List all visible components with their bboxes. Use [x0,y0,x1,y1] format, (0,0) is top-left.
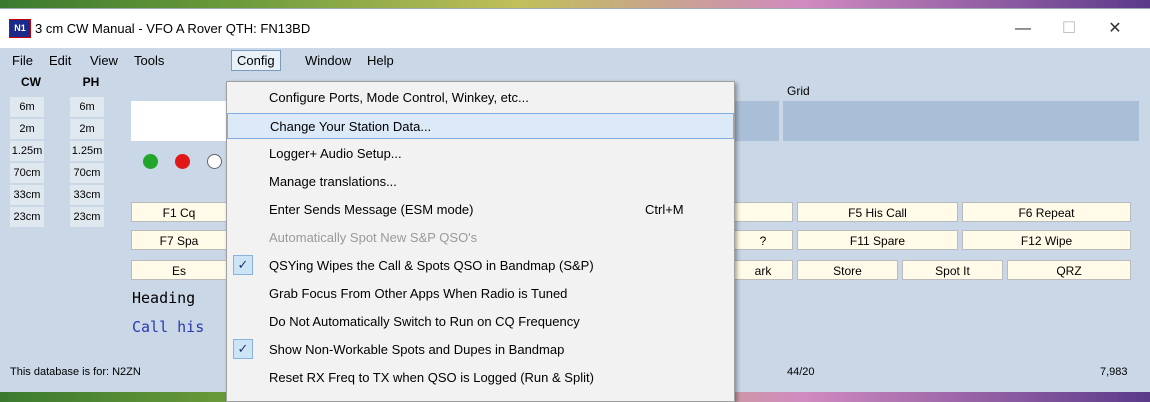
menu-item-label: QSYing Wipes the Call & Spots QSO in Ban… [269,258,594,273]
menu-edit[interactable]: Edit [49,53,71,68]
minimize-button[interactable]: — [1000,9,1046,48]
menu-no-auto-run[interactable]: Do Not Automatically Switch to Run on CQ… [227,309,734,335]
window-title: 3 cm CW Manual - VFO A Rover QTH: FN13BD [35,21,311,36]
config-menu-dropdown: Configure Ports, Mode Control, Winkey, e… [226,81,735,402]
esc-button[interactable]: Es [131,260,227,280]
f1-button[interactable]: F1 Cq [131,202,227,222]
f7-button[interactable]: F7 Spa [131,230,227,250]
main-window: N1 3 cm CW Manual - VFO A Rover QTH: FN1… [0,8,1150,402]
band-ph-70cm[interactable]: 70cm [70,163,104,183]
grid-input[interactable] [783,101,1139,141]
menu-audio-setup[interactable]: Logger+ Audio Setup... [227,141,734,167]
mark-button[interactable]: ark [733,260,793,280]
exchange-input[interactable] [733,101,779,141]
menu-item-label: Show Non-Workable Spots and Dupes in Ban… [269,342,565,357]
menu-item-label: Reset RX Freq to TX when QSO is Logged (… [269,370,594,385]
shortcut-label: Ctrl+M [645,202,684,217]
menu-qsy-wipes[interactable]: ✓ QSYing Wipes the Call & Spots QSO in B… [227,253,734,279]
band-ph-23cm[interactable]: 23cm [70,207,104,227]
menu-manage-translations[interactable]: Manage translations... [227,169,734,195]
menu-item-label: Configure Ports, Mode Control, Winkey, e… [269,90,529,105]
band-ph-125[interactable]: 1.25m [70,141,104,161]
f11-button[interactable]: F11 Spare [797,230,958,250]
maximize-button[interactable]: ☐ [1046,9,1092,48]
qrz-button[interactable]: QRZ [1007,260,1131,280]
status-database: This database is for: N2ZN [10,366,141,378]
menu-file[interactable]: File [12,53,33,68]
menu-view[interactable]: View [90,53,118,68]
menu-item-label: Change Your Station Data... [270,119,432,134]
callsign-input[interactable] [131,101,227,141]
menu-tools[interactable]: Tools [134,53,164,68]
f6-button[interactable]: F6 Repeat [962,202,1131,222]
menu-auto-spot: Automatically Spot New S&P QSO's [227,225,734,251]
f4-button[interactable] [733,202,793,222]
menu-item-label: Enter Sends Message (ESM mode) [269,202,474,217]
cw-header: CW [21,75,41,89]
menu-item-label: Do Not Automatically Switch to Run on CQ… [269,314,580,329]
menu-change-station-data[interactable]: Change Your Station Data... [227,113,734,139]
band-cw-70cm[interactable]: 70cm [10,163,44,183]
menu-item-label: Automatically Spot New S&P QSO's [269,230,478,245]
menu-configure-ports[interactable]: Configure Ports, Mode Control, Winkey, e… [227,85,734,111]
menu-window[interactable]: Window [305,53,351,68]
menu-grab-focus[interactable]: Grab Focus From Other Apps When Radio is… [227,281,734,307]
call-history-text: Call his [132,318,205,336]
f10-button[interactable]: ? [733,230,793,250]
band-ph-33cm[interactable]: 33cm [70,185,104,205]
band-cw-125[interactable]: 1.25m [10,141,44,161]
f12-button[interactable]: F12 Wipe [962,230,1131,250]
band-ph-6m[interactable]: 6m [70,97,104,117]
grid-label: Grid [787,84,810,98]
red-light-icon [175,154,190,169]
close-button[interactable]: ✕ [1092,9,1138,48]
menu-esm-mode[interactable]: Enter Sends Message (ESM mode) Ctrl+M [227,197,734,223]
ph-header: PH [82,75,100,89]
status-total: 7,983 [1100,366,1128,378]
checkmark-icon: ✓ [233,339,253,359]
menu-bar: File Edit View Tools Config Window Help [0,49,1150,71]
title-bar[interactable]: N1 3 cm CW Manual - VFO A Rover QTH: FN1… [0,9,1150,48]
band-ph-2m[interactable]: 2m [70,119,104,139]
checkmark-icon: ✓ [233,255,253,275]
band-cw-2m[interactable]: 2m [10,119,44,139]
app-logo-icon: N1 [9,19,31,38]
menu-item-label: Manage translations... [269,174,397,189]
green-light-icon [143,154,158,169]
menu-config[interactable]: Config [231,50,281,71]
band-cw-23cm[interactable]: 23cm [10,207,44,227]
white-light-icon [207,154,222,169]
menu-reset-rx-freq[interactable]: Reset RX Freq to TX when QSO is Logged (… [227,365,734,391]
band-cw-33cm[interactable]: 33cm [10,185,44,205]
spot-it-button[interactable]: Spot It [902,260,1003,280]
menu-item-label: Logger+ Audio Setup... [269,146,402,161]
band-cw-6m[interactable]: 6m [10,97,44,117]
store-button[interactable]: Store [797,260,898,280]
menu-help[interactable]: Help [367,53,394,68]
status-count: 44/20 [787,366,815,378]
menu-item-label: Grab Focus From Other Apps When Radio is… [269,286,568,301]
menu-show-non-workable[interactable]: ✓ Show Non-Workable Spots and Dupes in B… [227,337,734,363]
heading-text: Heading [132,289,196,307]
f5-button[interactable]: F5 His Call [797,202,958,222]
